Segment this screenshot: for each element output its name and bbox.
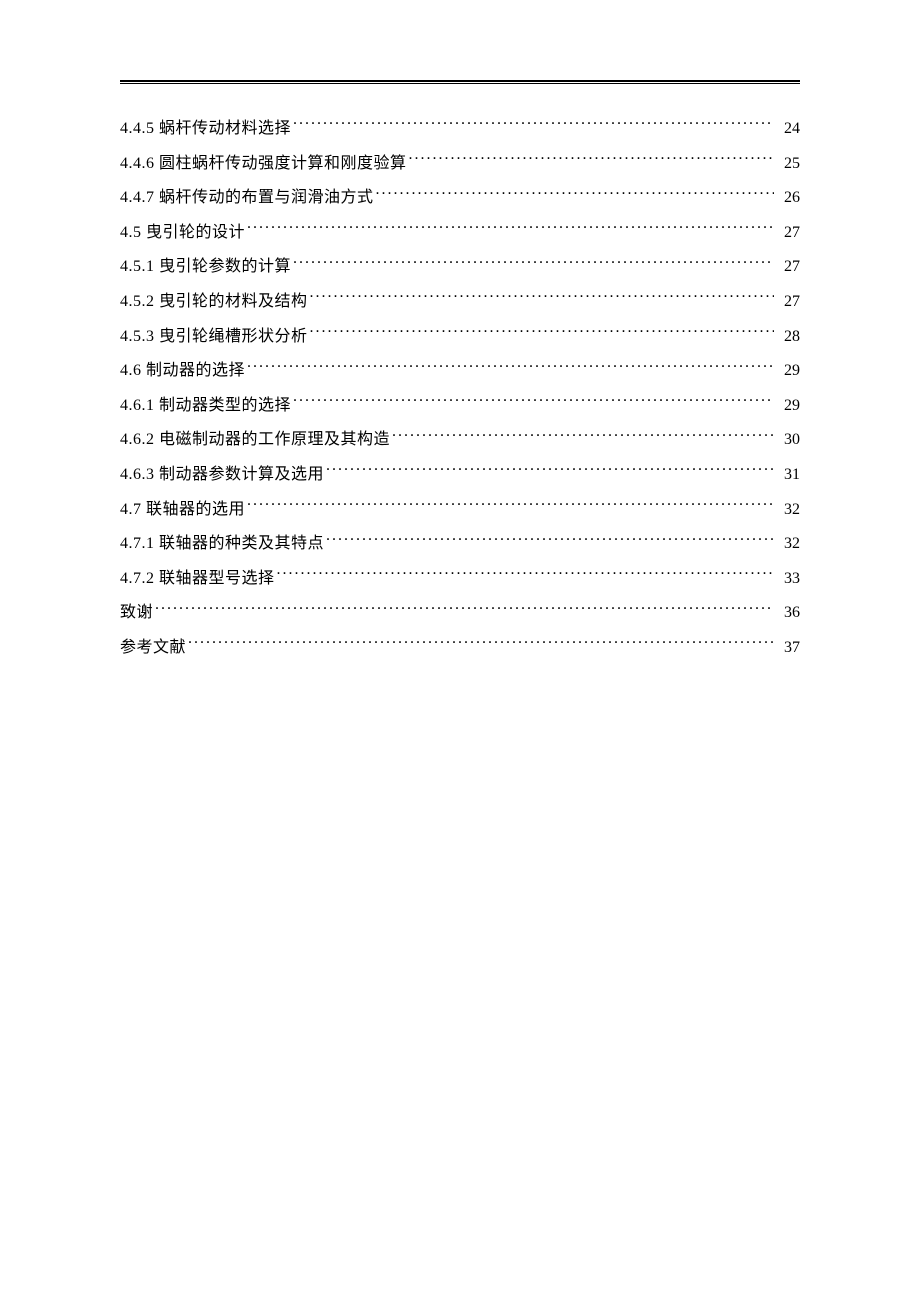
toc-entry: 4.5.3 曳引轮绳槽形状分析 28 [120,324,800,350]
toc-entry: 4.4.7 蜗杆传动的布置与润滑油方式 26 [120,185,800,211]
toc-page: 28 [776,324,800,350]
toc-leader [188,636,774,652]
toc-title: 4.5.1 曳引轮参数的计算 [120,254,291,280]
toc-title: 4.4.6 圆柱蜗杆传动强度计算和刚度验算 [120,151,407,177]
toc-title: 4.6.3 制动器参数计算及选用 [120,462,324,488]
page-container: 4.4.5 蜗杆传动材料选择 24 4.4.6 圆柱蜗杆传动强度计算和刚度验算 … [120,80,800,670]
toc-leader [293,255,774,271]
toc-entry: 4.4.5 蜗杆传动材料选择 24 [120,116,800,142]
toc-page: 26 [776,185,800,211]
toc-entry: 4.6.3 制动器参数计算及选用 31 [120,462,800,488]
toc-page: 27 [776,289,800,315]
toc-page: 33 [776,566,800,592]
toc-title: 4.6 制动器的选择 [120,358,245,384]
toc-title: 4.7.1 联轴器的种类及其特点 [120,531,324,557]
toc-entry: 4.7 联轴器的选用 32 [120,497,800,523]
toc-leader [392,428,774,444]
toc-title: 4.5.3 曳引轮绳槽形状分析 [120,324,308,350]
toc-entry: 致谢 36 [120,600,800,626]
toc-entry: 4.5 曳引轮的设计 27 [120,220,800,246]
toc-title: 致谢 [120,600,153,626]
toc-title: 4.6.2 电磁制动器的工作原理及其构造 [120,427,390,453]
toc-list: 4.4.5 蜗杆传动材料选择 24 4.4.6 圆柱蜗杆传动强度计算和刚度验算 … [120,116,800,661]
toc-entry: 4.6.1 制动器类型的选择 29 [120,393,800,419]
toc-entry: 4.6.2 电磁制动器的工作原理及其构造 30 [120,427,800,453]
toc-leader [326,463,774,479]
toc-leader [247,498,774,514]
toc-entry: 4.5.1 曳引轮参数的计算 27 [120,254,800,280]
toc-title: 4.6.1 制动器类型的选择 [120,393,291,419]
toc-leader [247,359,774,375]
toc-entry: 4.4.6 圆柱蜗杆传动强度计算和刚度验算 25 [120,151,800,177]
toc-title: 4.4.7 蜗杆传动的布置与润滑油方式 [120,185,374,211]
toc-entry: 4.5.2 曳引轮的材料及结构 27 [120,289,800,315]
toc-title: 4.7 联轴器的选用 [120,497,245,523]
toc-leader [293,117,774,133]
toc-page: 27 [776,254,800,280]
toc-leader [326,532,774,548]
toc-title: 4.7.2 联轴器型号选择 [120,566,275,592]
toc-page: 32 [776,531,800,557]
toc-leader [310,290,774,306]
toc-page: 30 [776,427,800,453]
toc-title: 4.4.5 蜗杆传动材料选择 [120,116,291,142]
toc-entry: 4.7.1 联轴器的种类及其特点 32 [120,531,800,557]
toc-page: 31 [776,462,800,488]
toc-entry: 参考文献 37 [120,635,800,661]
toc-leader [409,152,774,168]
toc-leader [293,394,774,410]
toc-entry: 4.7.2 联轴器型号选择 33 [120,566,800,592]
header-rule [120,80,800,84]
toc-page: 32 [776,497,800,523]
toc-leader [310,325,774,341]
toc-title: 4.5 曳引轮的设计 [120,220,245,246]
toc-leader [247,221,774,237]
toc-leader [376,186,774,202]
toc-page: 24 [776,116,800,142]
toc-page: 27 [776,220,800,246]
toc-page: 29 [776,393,800,419]
toc-page: 37 [776,635,800,661]
toc-page: 29 [776,358,800,384]
toc-title: 4.5.2 曳引轮的材料及结构 [120,289,308,315]
toc-entry: 4.6 制动器的选择 29 [120,358,800,384]
toc-leader [277,567,774,583]
toc-title: 参考文献 [120,635,186,661]
toc-page: 36 [776,600,800,626]
toc-page: 25 [776,151,800,177]
toc-leader [155,601,774,617]
